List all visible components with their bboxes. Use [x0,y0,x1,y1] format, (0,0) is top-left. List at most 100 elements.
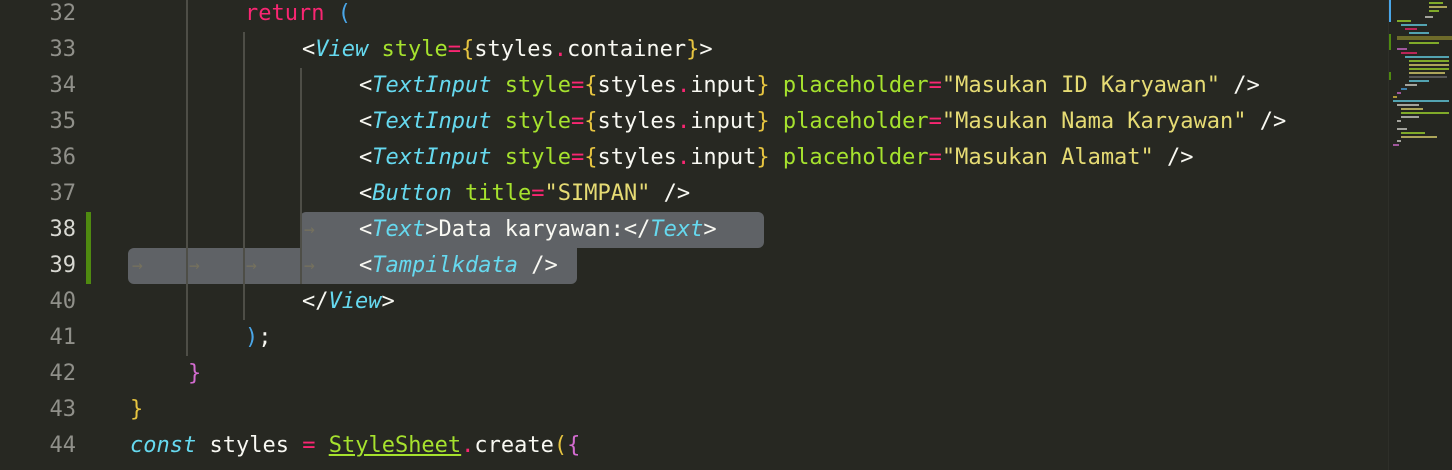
minimap-line [1393,100,1449,102]
punct: </ [623,217,651,242]
operator: = [570,73,585,98]
tab-arrow-icon: → [189,255,200,276]
minimap-line [1401,116,1419,118]
identifier: styles [597,73,677,98]
jsx-tag: TextInput [372,73,492,98]
jsx-tag: View [315,37,369,62]
jsx-tag: TextInput [372,109,492,134]
minimap-line [1429,10,1439,12]
minimap-line [1409,72,1445,74]
class-name: StyleSheet [328,433,462,458]
keyword-const: const [130,433,197,458]
jsx-tag: Tampilkdata [372,253,518,278]
punct: < [359,73,373,98]
minimap-line [1409,68,1449,70]
code-line[interactable]: return ( [245,0,351,32]
function-name: create [474,433,554,458]
code-line[interactable]: </View> [302,284,395,320]
code-line[interactable]: } [188,356,201,392]
minimap-line [1409,76,1447,78]
punct: < [359,181,373,206]
minimap-line [1397,104,1419,106]
jsx-attr: style [381,37,448,62]
minimap-line [1405,28,1417,30]
punct: /> [650,181,691,206]
code-editor[interactable]: 32 33 34 35 36 37 38 39 40 41 42 43 44 →… [0,0,1452,470]
minimap-change-marker [1389,72,1391,80]
code-line[interactable]: <TextInput style={styles.input} placehol… [359,104,1286,140]
punct: > [381,289,395,314]
identifier: input [690,145,757,170]
identifier: styles [597,145,677,170]
brace: { [460,37,475,62]
string: "Masukan Alamat" [941,145,1154,170]
code-line[interactable]: <Button title="SIMPAN" /> [359,176,690,212]
brace: } [188,361,202,386]
minimap[interactable] [1388,0,1452,470]
punct: < [302,37,316,62]
operator: = [928,73,942,98]
jsx-tag: View [328,289,382,314]
jsx-attr: style [504,145,571,170]
minimap-line [1409,32,1429,34]
minimap-line [1397,20,1411,22]
identifier: container [566,37,687,62]
code-line[interactable]: <TextInput style={styles.input} placehol… [359,68,1260,104]
brace: } [130,397,144,422]
minimap-line [1393,96,1397,98]
paren: ) [245,325,259,350]
jsx-tag: TextInput [372,145,492,170]
minimap-highlight [1397,36,1452,40]
jsx-attr: placeholder [782,109,929,134]
minimap-line [1409,42,1439,44]
jsx-tag: Text [650,217,704,242]
code-line[interactable]: const styles = StyleSheet.create({ [130,428,580,464]
operator: . [461,433,475,458]
operator: = [302,433,316,458]
tab-arrow-icon: → [132,255,143,276]
punct: /> [1220,73,1260,98]
brace: { [567,433,581,458]
minimap-line [1425,16,1433,18]
minimap-line [1401,24,1427,26]
minimap-line [1401,136,1437,138]
minimap-line [1397,48,1407,50]
minimap-line [1405,84,1417,86]
punct: > [703,217,717,242]
jsx-attr: placeholder [782,73,929,98]
paren: ( [337,1,351,26]
code-line[interactable]: <View style={styles.container}> [302,32,713,68]
indent-guide [186,0,188,356]
code-line[interactable]: ); [245,320,272,356]
minimap-line [1401,112,1449,114]
code-line[interactable]: <Tampilkdata /> [359,248,558,284]
brace: { [584,145,598,170]
jsx-tag: Text [372,217,426,242]
punct: > [699,37,713,62]
punct: /> [1246,109,1287,134]
minimap-line [1409,80,1429,82]
punct: /> [1153,145,1194,170]
punct: < [359,109,373,134]
operator: . [676,109,691,134]
code-area[interactable]: → → → → → return ( <View style={styles.c… [0,0,1390,470]
identifier: styles [209,433,289,458]
jsx-attr: style [504,109,571,134]
tab-arrow-icon: → [304,255,315,276]
punct: /> [517,253,558,278]
punct: < [359,145,373,170]
minimap-line [1405,56,1449,58]
minimap-line [1409,64,1449,66]
operator: . [553,37,567,62]
code-line[interactable]: } [130,392,143,428]
minimap-line [1401,132,1425,134]
operator: = [447,37,461,62]
minimap-line [1401,52,1417,54]
minimap-line [1409,60,1449,62]
jsx-attr: title [464,181,532,206]
code-line[interactable]: <TextInput style={styles.input} placehol… [359,140,1194,176]
code-line[interactable]: <Text>Data karyawan:</Text> [359,212,717,248]
identifier: input [690,73,757,98]
paren: ( [553,433,568,458]
brace: { [584,73,598,98]
